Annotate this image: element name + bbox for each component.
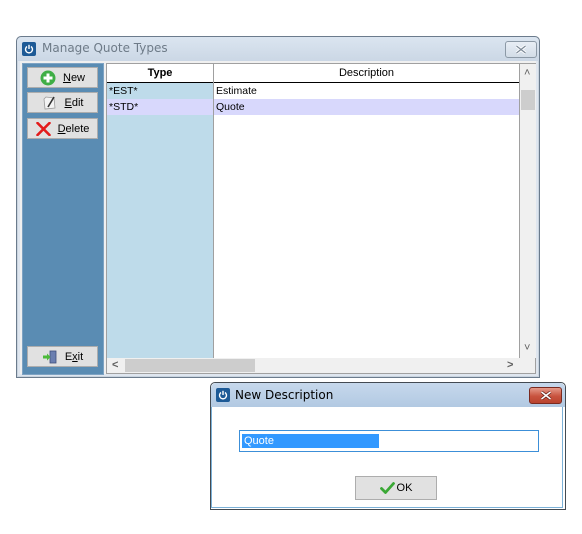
edit-pencil-icon	[43, 96, 55, 109]
horizontal-scroll-thumb[interactable]	[125, 359, 255, 372]
delete-button[interactable]: Delete	[27, 118, 98, 139]
column-divider	[213, 64, 214, 358]
scroll-down-icon[interactable]: ˅	[524, 343, 530, 354]
dialog-title: New Description	[235, 388, 334, 402]
dialog-close-button[interactable]	[529, 387, 562, 404]
window-title: Manage Quote Types	[42, 41, 168, 55]
scrollbar-corner	[519, 358, 535, 373]
table-row[interactable]: *EST* Estimate	[107, 83, 519, 99]
toolbar-panel: New Edit Delete Exit	[22, 63, 104, 375]
checkmark-icon	[379, 482, 395, 494]
main-title-bar[interactable]: Manage Quote Types	[17, 37, 539, 61]
new-description-dialog: New Description Quote OK	[210, 382, 566, 510]
scroll-up-icon[interactable]: ˄	[524, 68, 530, 79]
close-button[interactable]	[505, 41, 537, 58]
app-power-icon	[22, 42, 36, 56]
exit-label: Exit	[64, 350, 84, 363]
exit-button[interactable]: Exit	[27, 346, 98, 367]
table-row-selected[interactable]: *STD* Quote	[107, 99, 519, 115]
delete-label: Delete	[57, 122, 90, 135]
main-client-area: New Edit Delete Exit Type Description *E…	[20, 61, 536, 375]
description-cell: Quote	[216, 101, 245, 113]
edit-label: Edit	[64, 96, 84, 109]
ok-button[interactable]: OK	[355, 476, 437, 500]
selected-input-text: Quote	[242, 434, 379, 448]
grid-header: Type Description	[107, 64, 519, 83]
vertical-scroll-thumb[interactable]	[521, 90, 535, 110]
dialog-title-bar[interactable]: New Description	[211, 383, 565, 407]
new-button[interactable]: New	[27, 67, 98, 88]
close-icon	[515, 45, 527, 54]
column-header-description[interactable]: Description	[214, 64, 519, 82]
type-column-background	[107, 83, 213, 358]
dialog-client-area: Quote OK	[211, 407, 563, 508]
type-cell: *EST*	[109, 85, 138, 97]
new-label: New	[62, 71, 85, 84]
description-cell: Estimate	[216, 85, 257, 97]
description-input[interactable]: Quote	[239, 430, 539, 452]
red-x-icon	[35, 121, 51, 136]
plus-circle-icon	[40, 70, 56, 85]
close-icon	[540, 391, 551, 400]
app-power-icon	[216, 388, 230, 402]
manage-quote-types-window: Manage Quote Types New Edit Delete Exit …	[16, 36, 540, 378]
column-header-type[interactable]: Type	[107, 64, 213, 82]
edit-button[interactable]: Edit	[27, 92, 98, 113]
ok-label: OK	[396, 482, 413, 494]
exit-door-icon	[42, 350, 57, 363]
scroll-right-icon[interactable]: >	[507, 360, 513, 371]
scroll-left-icon[interactable]: <	[112, 360, 118, 371]
vertical-scrollbar[interactable]: ˄ ˅	[519, 64, 536, 358]
type-cell: *STD*	[109, 101, 139, 113]
horizontal-scrollbar[interactable]: < >	[107, 358, 519, 373]
quote-types-grid[interactable]: Type Description *EST* Estimate *STD* Qu…	[106, 63, 536, 374]
